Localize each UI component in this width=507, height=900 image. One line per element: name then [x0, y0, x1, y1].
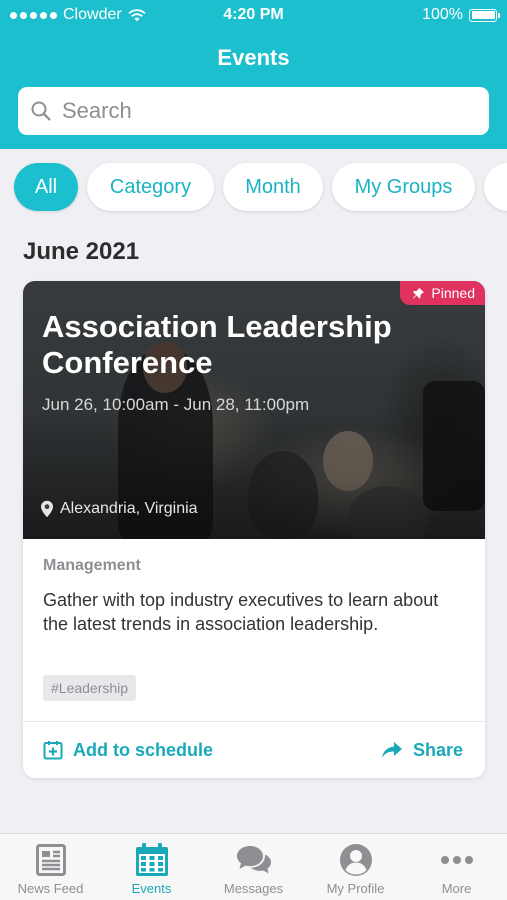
app-header: Clowder 4:20 PM 100% Events Search — [0, 0, 507, 149]
tab-events-label: Events — [131, 881, 172, 896]
tab-my-profile-label: My Profile — [326, 881, 385, 896]
section-month-heading: June 2021 — [23, 238, 140, 265]
location-pin-icon — [41, 500, 53, 518]
pinned-badge: Pinned — [400, 281, 485, 305]
card-divider — [23, 721, 485, 722]
status-bar: Clowder 4:20 PM 100% — [0, 0, 507, 30]
event-category: Management — [43, 557, 141, 574]
filter-month[interactable]: Month — [223, 163, 323, 211]
messages-icon — [236, 846, 271, 874]
add-to-schedule-label: Add to schedule — [73, 739, 214, 760]
event-tag[interactable]: #Leadership — [43, 675, 137, 701]
tab-more[interactable]: More — [406, 834, 507, 900]
pin-icon — [413, 287, 425, 298]
filter-my-groups[interactable]: My Groups — [332, 163, 475, 211]
profile-icon — [339, 844, 372, 876]
event-title: Association Leadership Conference — [42, 309, 392, 380]
tab-my-profile[interactable]: My Profile — [305, 834, 406, 900]
filter-category[interactable]: Category — [87, 163, 214, 211]
share-button[interactable]: Share — [381, 736, 463, 764]
filter-chips: All Category Month My Groups — [0, 160, 507, 216]
tab-more-label: More — [441, 881, 472, 896]
share-label: Share — [412, 739, 463, 760]
event-date-range: Jun 26, 10:00am - Jun 28, 11:00pm — [42, 395, 310, 414]
event-location-text: Alexandria, Virginia — [60, 500, 198, 517]
event-description: Gather with top industry executives to l… — [43, 590, 439, 634]
search-input[interactable]: Search — [62, 98, 132, 124]
filter-all[interactable]: All — [14, 163, 78, 211]
battery-icon — [469, 8, 500, 22]
tab-messages[interactable]: Messages — [203, 834, 304, 900]
search-icon — [31, 101, 51, 121]
page-title: Events — [217, 45, 290, 70]
tab-bar: News Feed Events Messages My Profile Mor… — [0, 833, 507, 900]
pinned-label: Pinned — [431, 285, 475, 301]
more-icon — [440, 856, 473, 864]
tab-events[interactable]: Events — [101, 834, 202, 900]
calendar-icon — [135, 843, 168, 876]
tab-news-feed[interactable]: News Feed — [0, 834, 101, 900]
event-card[interactable]: Pinned Association Leadership Conference… — [23, 281, 485, 778]
share-icon — [381, 742, 402, 758]
search-field[interactable]: Search — [18, 87, 489, 135]
status-right: 100% — [422, 6, 500, 24]
news-feed-icon — [35, 844, 66, 876]
battery-percent: 100% — [422, 6, 463, 23]
tab-messages-label: Messages — [223, 881, 284, 896]
add-to-schedule-button[interactable]: Add to schedule — [43, 736, 213, 764]
event-hero-image: Pinned Association Leadership Conference… — [23, 281, 485, 539]
tab-news-feed-label: News Feed — [17, 881, 84, 896]
calendar-add-icon — [43, 741, 63, 760]
event-location: Alexandria, Virginia — [40, 500, 198, 518]
filter-more-chip[interactable] — [484, 163, 507, 211]
